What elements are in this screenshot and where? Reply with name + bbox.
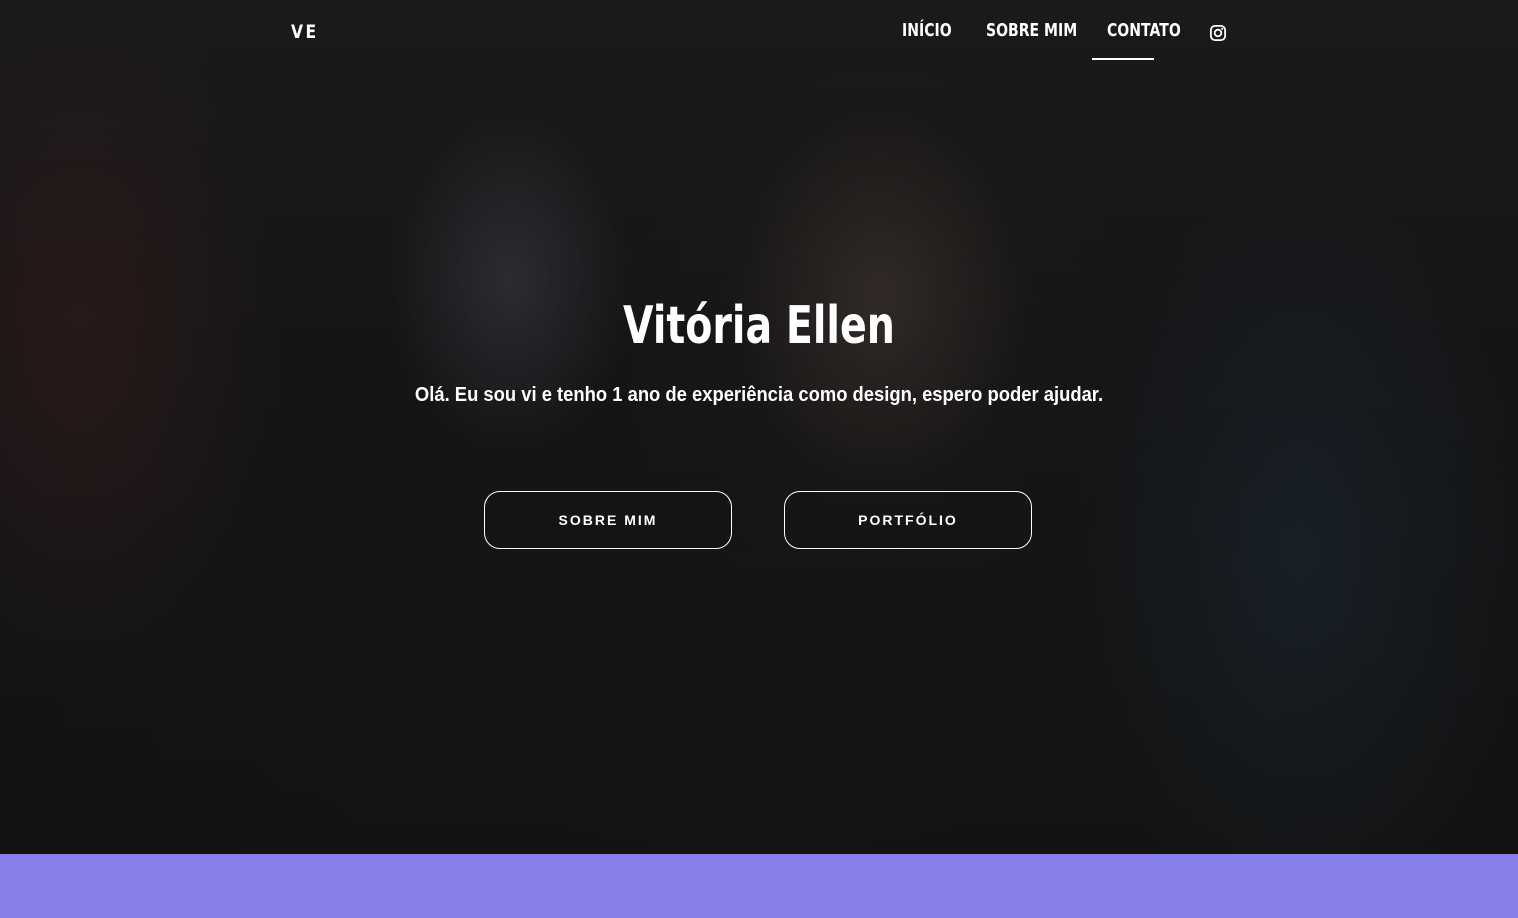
hero-title: Vitória Ellen [0,290,1518,362]
nav-item-sobre-mim[interactable]: SOBRE MIM [986,20,1077,41]
hero-subtitle-text: Olá. Eu sou vi e tenho 1 ano de experiên… [414,384,1104,406]
nav-item-inicio[interactable]: INÍCIO [902,20,952,41]
hero-title-text: Vitória Ellen [623,296,895,356]
active-nav-indicator [1092,58,1154,60]
hero-subtitle: Olá. Eu sou vi e tenho 1 ano de experiên… [0,382,1518,408]
nav-item-contato[interactable]: CONTATO [1107,20,1181,41]
site-logo[interactable]: VE [291,21,319,43]
portfolio-button[interactable]: PORTFÓLIO [784,491,1032,549]
top-navigation: VE INÍCIO SOBRE MIM CONTATO [0,0,1518,66]
hero-content: Vitória Ellen Olá. Eu sou vi e tenho 1 a… [0,0,1518,854]
instagram-icon[interactable] [1209,24,1227,42]
sobre-mim-button[interactable]: SOBRE MIM [484,491,732,549]
next-section-band [0,854,1518,918]
